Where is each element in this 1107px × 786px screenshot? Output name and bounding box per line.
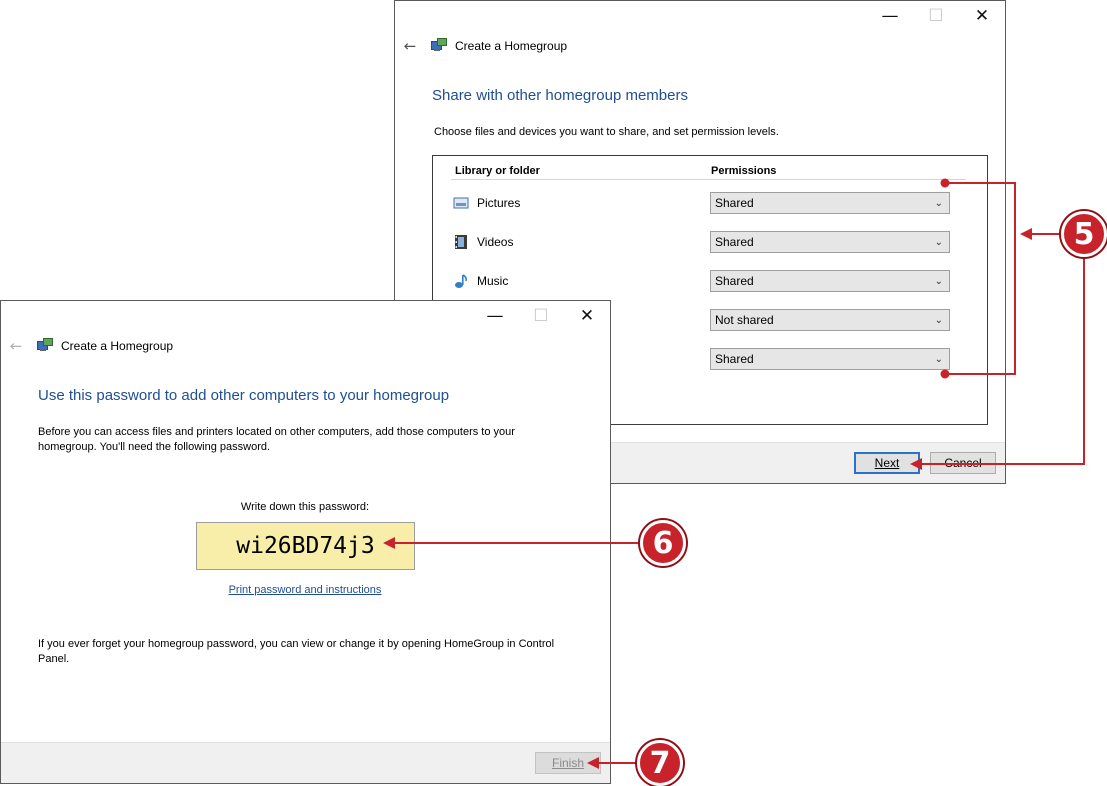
- callout-5: 5: [1061, 211, 1107, 257]
- maximize-button[interactable]: ☐: [913, 1, 959, 31]
- permission-value: Shared: [715, 352, 754, 366]
- cancel-label: Cancel: [944, 456, 982, 470]
- finish-label: Finish: [551, 756, 584, 770]
- cancel-button[interactable]: Cancel: [930, 452, 996, 474]
- permission-select-music[interactable]: Shared ⌄: [710, 270, 950, 292]
- chevron-down-icon: ⌄: [934, 314, 943, 326]
- chevron-down-icon: ⌄: [934, 236, 943, 248]
- next-button[interactable]: Next: [854, 452, 920, 474]
- window-title: Create a Homegroup: [61, 339, 174, 353]
- videos-icon: [453, 234, 469, 250]
- permission-value: Not shared: [715, 313, 774, 327]
- library-label: Videos: [477, 235, 514, 249]
- permission-select-videos[interactable]: Shared ⌄: [710, 231, 950, 253]
- forget-note: If you ever forget your homegroup passwo…: [38, 638, 555, 665]
- column-header-permissions: Permissions: [711, 165, 777, 177]
- homegroup-icon: [431, 38, 447, 54]
- permission-select-documents[interactable]: Not shared ⌄: [710, 309, 950, 331]
- homegroup-icon: [37, 338, 53, 354]
- library-label: Music: [477, 274, 509, 288]
- next-label: Next: [874, 456, 900, 470]
- callout-7: 7: [637, 740, 683, 786]
- chevron-down-icon: ⌄: [934, 197, 943, 209]
- close-button[interactable]: ✕: [564, 301, 610, 331]
- caption-bar: — ☐ ✕: [867, 1, 1005, 31]
- header-divider: [451, 179, 966, 180]
- instructions-text: Before you can access files and printers…: [38, 426, 515, 453]
- homegroup-password-window: — ☐ ✕ ← Create a Homegroup Use this pass…: [0, 300, 611, 784]
- library-label: Pictures: [477, 196, 521, 210]
- page-heading: Use this password to add other computers…: [38, 387, 450, 404]
- chevron-down-icon: ⌄: [934, 353, 943, 365]
- permission-value: Shared: [715, 196, 754, 210]
- chevron-down-icon: ⌄: [934, 275, 943, 287]
- page-heading: Share with other homegroup members: [432, 87, 688, 104]
- music-icon: [453, 273, 469, 289]
- title-row: ← Create a Homegroup: [395, 34, 567, 58]
- password-label: Write down this password:: [240, 501, 370, 513]
- title-row: ← Create a Homegroup: [1, 334, 173, 358]
- window-title: Create a Homegroup: [455, 39, 568, 53]
- dialog-footer: Finish: [1, 742, 610, 783]
- caption-bar: — ☐ ✕: [472, 301, 610, 331]
- back-arrow-icon[interactable]: ←: [1, 337, 31, 355]
- back-arrow-icon[interactable]: ←: [395, 37, 425, 55]
- print-password-link[interactable]: Print password and instructions: [195, 584, 415, 596]
- finish-button[interactable]: Finish: [535, 752, 601, 774]
- close-button[interactable]: ✕: [959, 1, 1005, 31]
- library-row-pictures: Pictures: [453, 195, 520, 211]
- instructions-text: Choose files and devices you want to sha…: [434, 126, 779, 138]
- column-header-library: Library or folder: [455, 165, 540, 177]
- maximize-button[interactable]: ☐: [518, 301, 564, 331]
- permission-select-pictures[interactable]: Shared ⌄: [710, 192, 950, 214]
- permission-value: Shared: [715, 274, 754, 288]
- password-display: wi26BD74j3: [196, 522, 415, 570]
- permission-value: Shared: [715, 235, 754, 249]
- password-value: wi26BD74j3: [236, 533, 375, 559]
- permission-select-printers[interactable]: Shared ⌄: [710, 348, 950, 370]
- minimize-button[interactable]: —: [867, 1, 913, 31]
- callout-6: 6: [640, 520, 686, 566]
- minimize-button[interactable]: —: [472, 301, 518, 331]
- library-row-videos: Videos: [453, 234, 513, 250]
- arrowhead-5: [1020, 228, 1032, 240]
- library-row-music: Music: [453, 273, 508, 289]
- pictures-icon: [453, 195, 469, 211]
